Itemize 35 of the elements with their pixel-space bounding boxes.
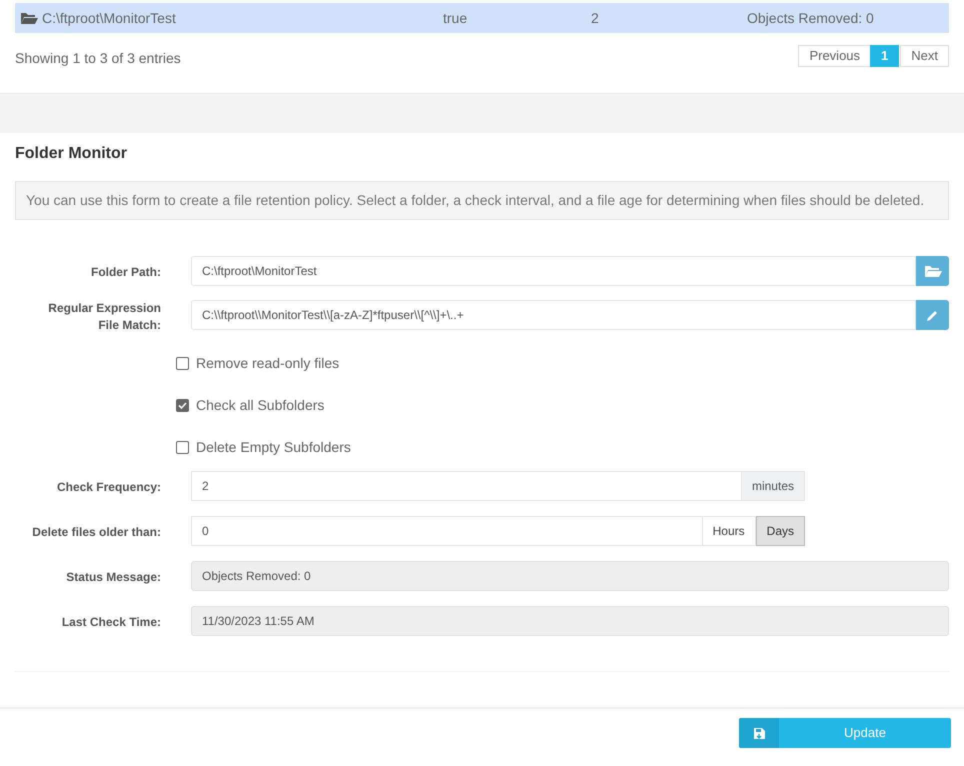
- panel-title: Folder Monitor: [15, 144, 128, 164]
- field-label: Delete files older than:: [32, 524, 161, 540]
- checkbox[interactable]: [176, 356, 189, 370]
- table-info: Showing 1 to 3 of 3 entries: [15, 49, 181, 68]
- table-cell-text: Objects Removed: 0: [747, 8, 874, 28]
- unit-toggle[interactable]: Days: [756, 516, 805, 546]
- pagination-button[interactable]: Next: [900, 44, 949, 66]
- checkbox[interactable]: [176, 398, 189, 412]
- checkbox[interactable]: [176, 440, 189, 454]
- pencil-icon: [926, 308, 939, 322]
- status-message-field: Objects Removed: 0: [191, 561, 949, 591]
- save-icon: [752, 726, 766, 740]
- age-field[interactable]: 0: [191, 516, 703, 546]
- folder-icon: [924, 264, 942, 278]
- table-cell-text: C:\ftproot\MonitorTest: [42, 8, 176, 28]
- table-cell-text: 2: [591, 8, 600, 28]
- checkbox-label: Delete Empty Subfolders: [196, 438, 351, 457]
- unit-toggle[interactable]: Hours: [702, 516, 756, 546]
- info-box: You can use this form to create a file retention policy. Select a folder, a check interval, and a file age for determining when files should be deleted.: [15, 181, 949, 220]
- regex-field[interactable]: C:\\ftproot\\MonitorTest\\[a-zA-Z]*ftpuser\\[^\\]+\..+: [191, 300, 916, 330]
- table-row[interactable]: C:\ftproot\MonitorTest true 2 Objects Removed: 0: [15, 3, 949, 33]
- folder-icon: [20, 11, 38, 25]
- field-label: Status Message:: [66, 568, 161, 586]
- field-label: Regular Expression File Match:: [47, 300, 161, 334]
- checkbox-label: Check all Subfolders: [196, 396, 324, 414]
- pagination-button[interactable]: Previous: [798, 44, 872, 66]
- field-label: Check Frequency:: [56, 478, 161, 496]
- unit-addon: minutes: [742, 471, 805, 501]
- folder-path-field[interactable]: C:\ftproot\MonitorTest: [191, 256, 916, 286]
- last-check-field: 11/30/2023 11:55 AM: [191, 606, 949, 636]
- table-cell-text: true: [443, 8, 468, 28]
- checkbox-label: Remove read-only files: [196, 354, 340, 373]
- field-label: Last Check Time:: [62, 614, 161, 630]
- field-label: Folder Path:: [90, 264, 161, 280]
- check-frequency-field[interactable]: 2: [191, 471, 742, 501]
